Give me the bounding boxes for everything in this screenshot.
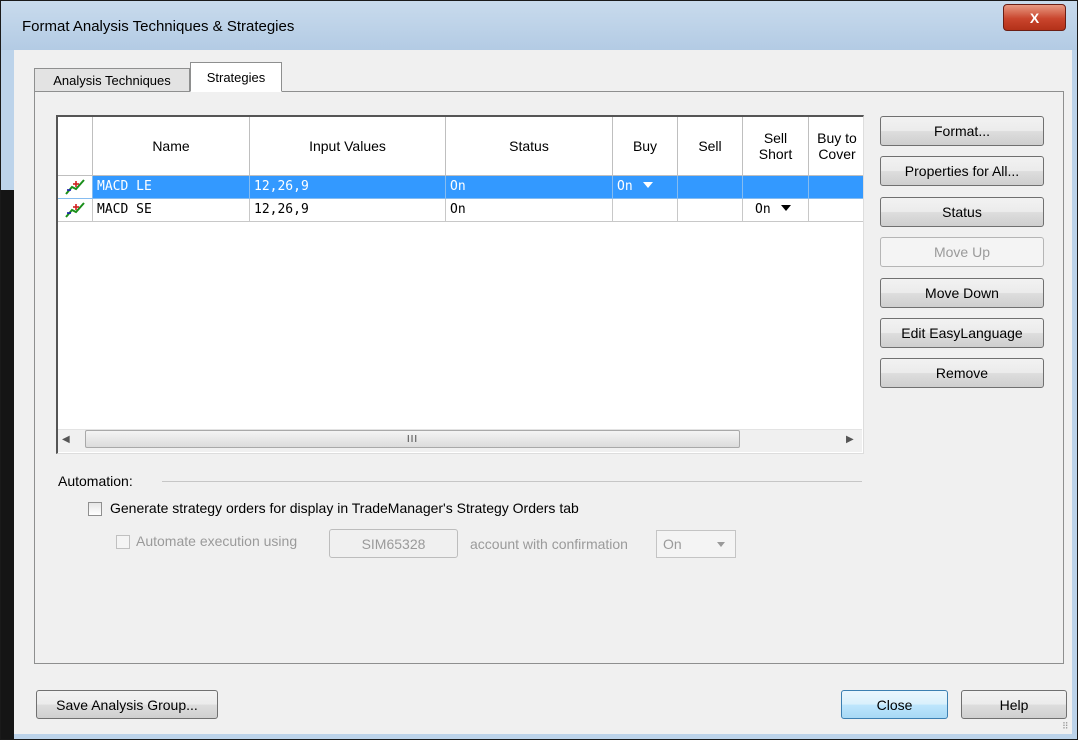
tab-strategies[interactable]: Strategies: [190, 62, 282, 92]
cell-sell-short-value: On: [755, 202, 771, 217]
cell-name[interactable]: MACD SE: [93, 199, 250, 222]
strategy-chart-icon: [58, 199, 93, 222]
table-row[interactable]: MACD SE 12,26,9 On On: [58, 199, 863, 222]
cell-input-values[interactable]: 12,26,9: [250, 176, 446, 199]
properties-for-all-button[interactable]: Properties for All...: [880, 156, 1044, 186]
cell-buy-dropdown[interactable]: On: [613, 176, 678, 199]
cell-buy-value: On: [617, 179, 633, 194]
confirmation-label: account with confirmation: [470, 536, 628, 552]
grip-icon: III: [406, 433, 419, 445]
close-button[interactable]: Close: [841, 690, 948, 719]
tab-label: Strategies: [206, 69, 266, 85]
automation-group-label: Automation:: [58, 473, 133, 489]
scroll-left-arrow-icon[interactable]: ◀: [62, 434, 70, 445]
cell-buy-to-cover[interactable]: [809, 199, 863, 222]
account-field[interactable]: SIM65328: [329, 529, 458, 558]
status-button[interactable]: Status: [880, 197, 1044, 227]
table-row[interactable]: MACD LE 12,26,9 On On: [58, 176, 863, 199]
help-button[interactable]: Help: [961, 690, 1067, 719]
automate-execution-checkbox[interactable]: [116, 535, 130, 549]
cell-sell-short[interactable]: [743, 176, 809, 199]
column-header-status[interactable]: Status: [446, 117, 613, 176]
cell-buy[interactable]: [613, 199, 678, 222]
generate-orders-label[interactable]: Generate strategy orders for display in …: [110, 500, 579, 516]
chevron-down-icon: [717, 542, 725, 547]
cell-status[interactable]: On: [446, 199, 613, 222]
save-analysis-group-button[interactable]: Save Analysis Group...: [36, 690, 218, 719]
tab-label: Analysis Techniques: [53, 73, 171, 88]
column-header-buy-to-cover[interactable]: Buy to Cover: [809, 117, 863, 176]
generate-orders-checkbox[interactable]: [88, 502, 102, 516]
confirmation-select-value: On: [663, 536, 682, 552]
tab-analysis-techniques[interactable]: Analysis Techniques: [34, 68, 190, 92]
dropdown-arrow-icon[interactable]: [642, 181, 653, 188]
strategy-chart-icon: [58, 176, 93, 199]
cell-sell-short-dropdown[interactable]: On: [743, 199, 809, 222]
cell-name[interactable]: MACD LE: [93, 176, 250, 199]
cell-status[interactable]: On: [446, 176, 613, 199]
remove-button[interactable]: Remove: [880, 358, 1044, 388]
strategy-grid[interactable]: Name Input Values Status Buy Sell Sell S…: [56, 115, 864, 454]
column-header-buy[interactable]: Buy: [613, 117, 678, 176]
automate-execution-label: Automate execution using: [136, 533, 298, 549]
cell-sell[interactable]: [678, 176, 743, 199]
column-header-sell[interactable]: Sell: [678, 117, 743, 176]
column-header-name[interactable]: Name: [93, 117, 250, 176]
scroll-right-arrow-icon[interactable]: ▶: [846, 434, 854, 445]
resize-grip-icon[interactable]: ⠿: [1062, 722, 1069, 731]
scrollbar-thumb[interactable]: III: [85, 430, 740, 448]
column-header-sell-short[interactable]: Sell Short: [743, 117, 809, 176]
group-divider: [162, 481, 862, 482]
cell-input-values[interactable]: 12,26,9: [250, 199, 446, 222]
column-header-icon[interactable]: [58, 117, 93, 176]
format-button[interactable]: Format...: [880, 116, 1044, 146]
column-header-input-values[interactable]: Input Values: [250, 117, 446, 176]
cell-sell[interactable]: [678, 199, 743, 222]
cell-buy-to-cover[interactable]: [809, 176, 863, 199]
move-up-button[interactable]: Move Up: [880, 237, 1044, 267]
dropdown-arrow-icon[interactable]: [780, 204, 791, 211]
edit-easylanguage-button[interactable]: Edit EasyLanguage: [880, 318, 1044, 348]
move-down-button[interactable]: Move Down: [880, 278, 1044, 308]
